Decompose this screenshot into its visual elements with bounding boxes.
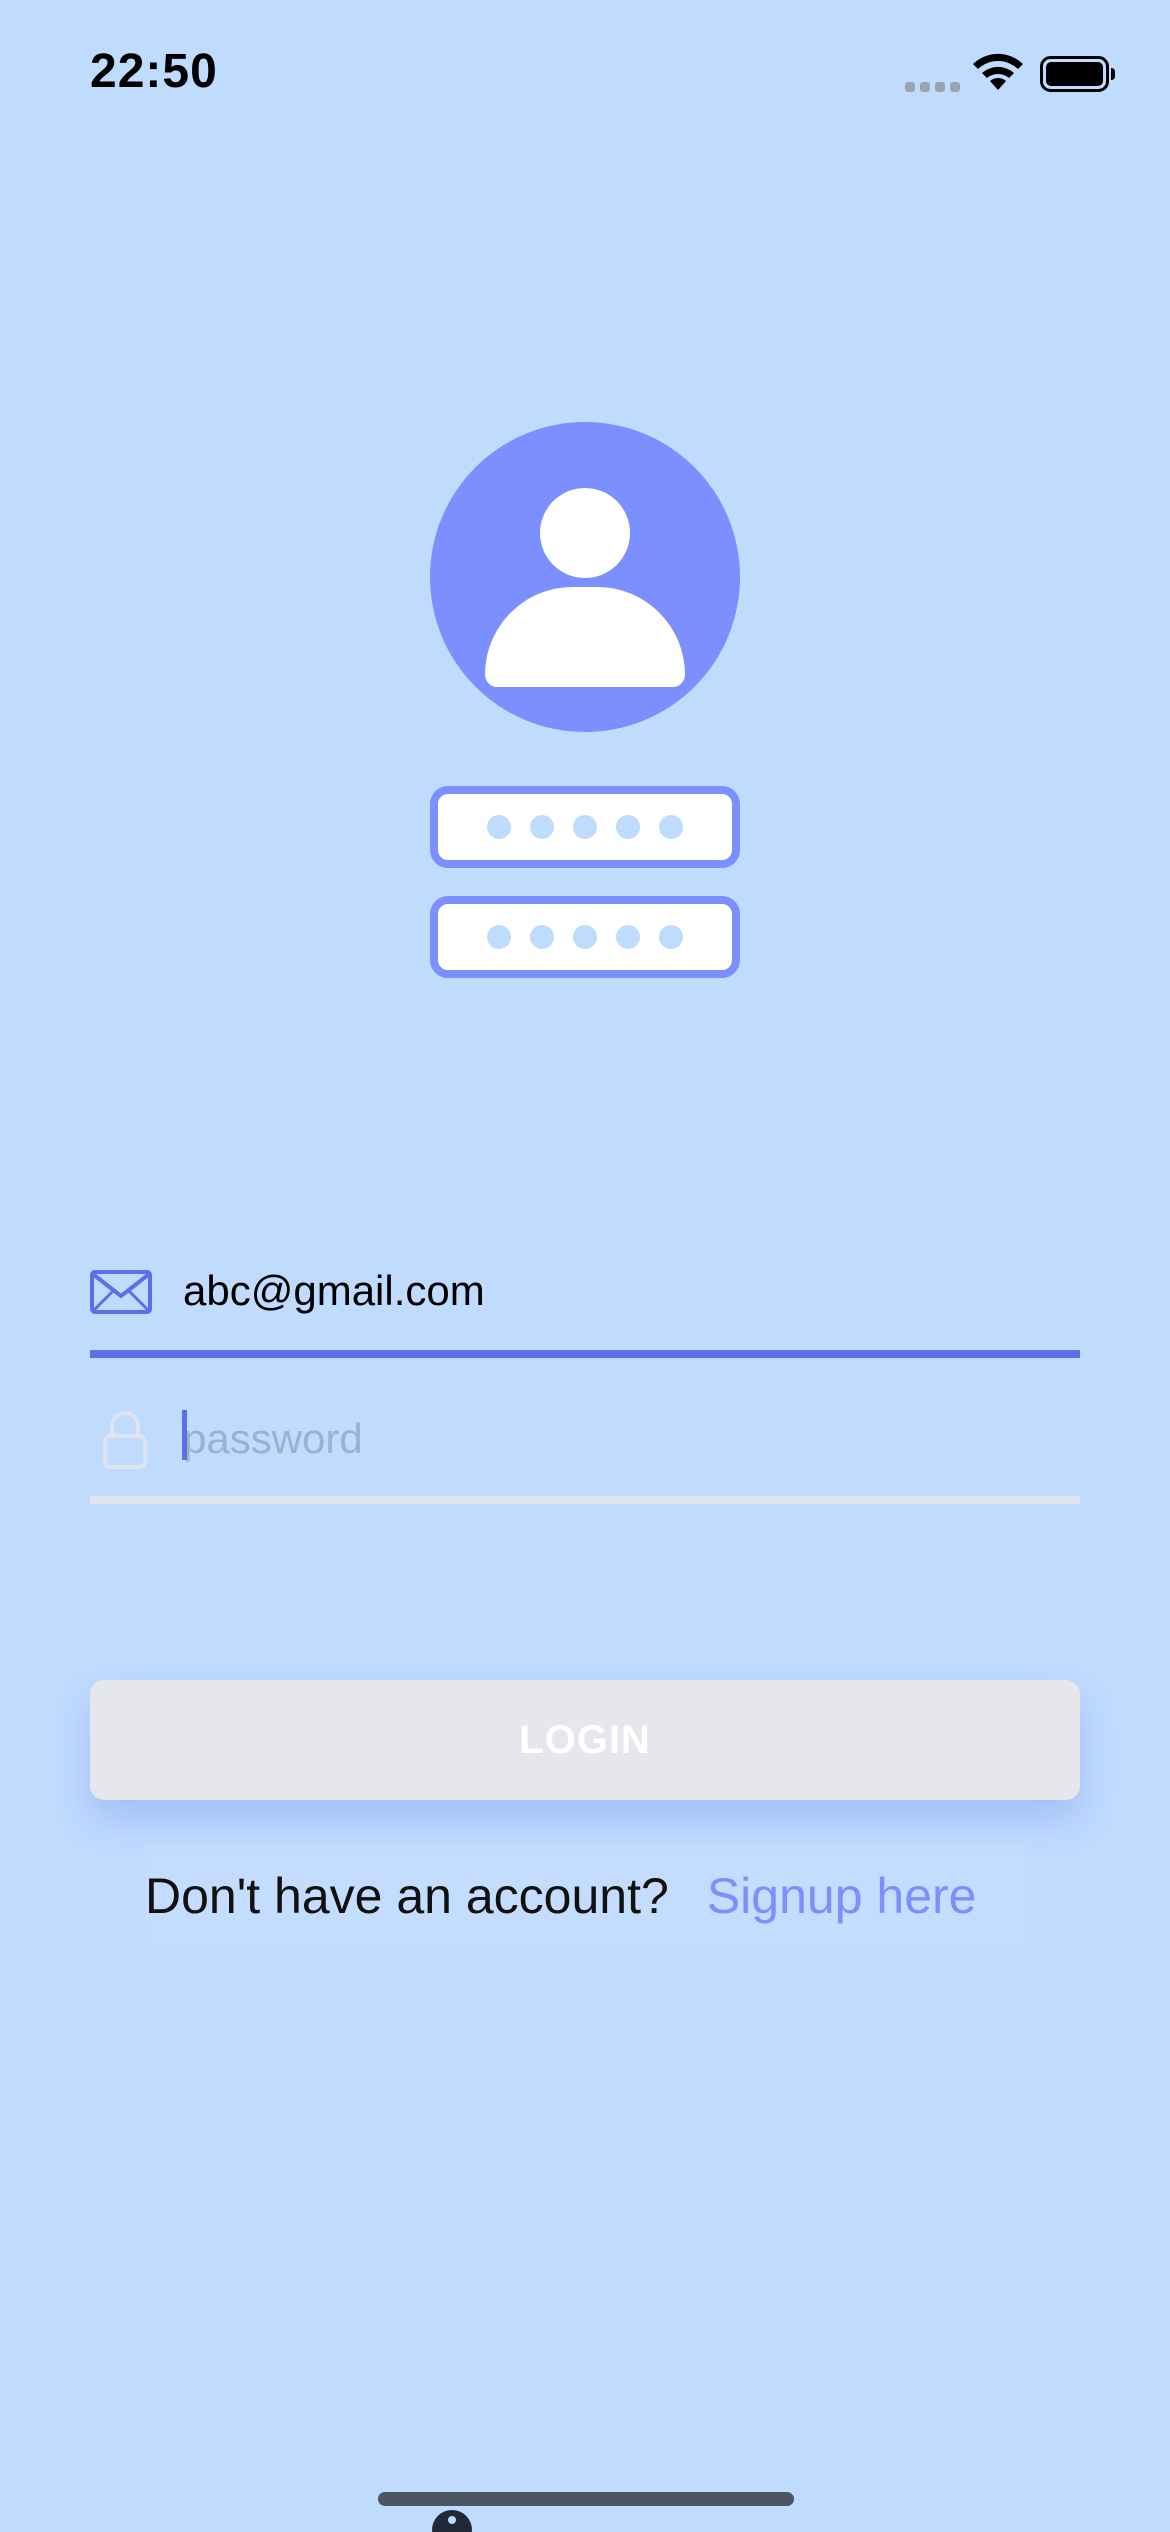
battery-icon <box>1040 56 1115 92</box>
password-field <box>90 1380 1080 1504</box>
wifi-icon <box>973 53 1023 90</box>
login-button[interactable]: LOGIN <box>90 1680 1080 1800</box>
password-dots-icon <box>430 786 740 868</box>
lock-icon <box>103 1411 147 1469</box>
signal-icon <box>905 82 960 92</box>
email-input[interactable] <box>183 1254 1063 1328</box>
email-field <box>90 1232 1080 1358</box>
user-avatar-icon <box>430 422 740 732</box>
password-dots-icon <box>430 896 740 978</box>
accessibility-icon <box>432 2510 472 2532</box>
avatar-head <box>540 488 630 578</box>
signup-prompt: Don't have an account? <box>145 1868 669 1924</box>
avatar-body <box>485 587 685 687</box>
status-time: 22:50 <box>90 45 218 98</box>
signup-row: Don't have an account? Signup here <box>145 1846 1025 1946</box>
home-indicator[interactable] <box>378 2492 794 2506</box>
signup-link[interactable]: Signup here <box>707 1867 977 1925</box>
email-underline <box>90 1350 1080 1358</box>
text-cursor <box>182 1410 187 1460</box>
mail-icon <box>90 1270 152 1314</box>
status-bar: 22:50 <box>0 0 1170 150</box>
password-input[interactable] <box>183 1402 1063 1476</box>
password-underline <box>90 1496 1080 1504</box>
